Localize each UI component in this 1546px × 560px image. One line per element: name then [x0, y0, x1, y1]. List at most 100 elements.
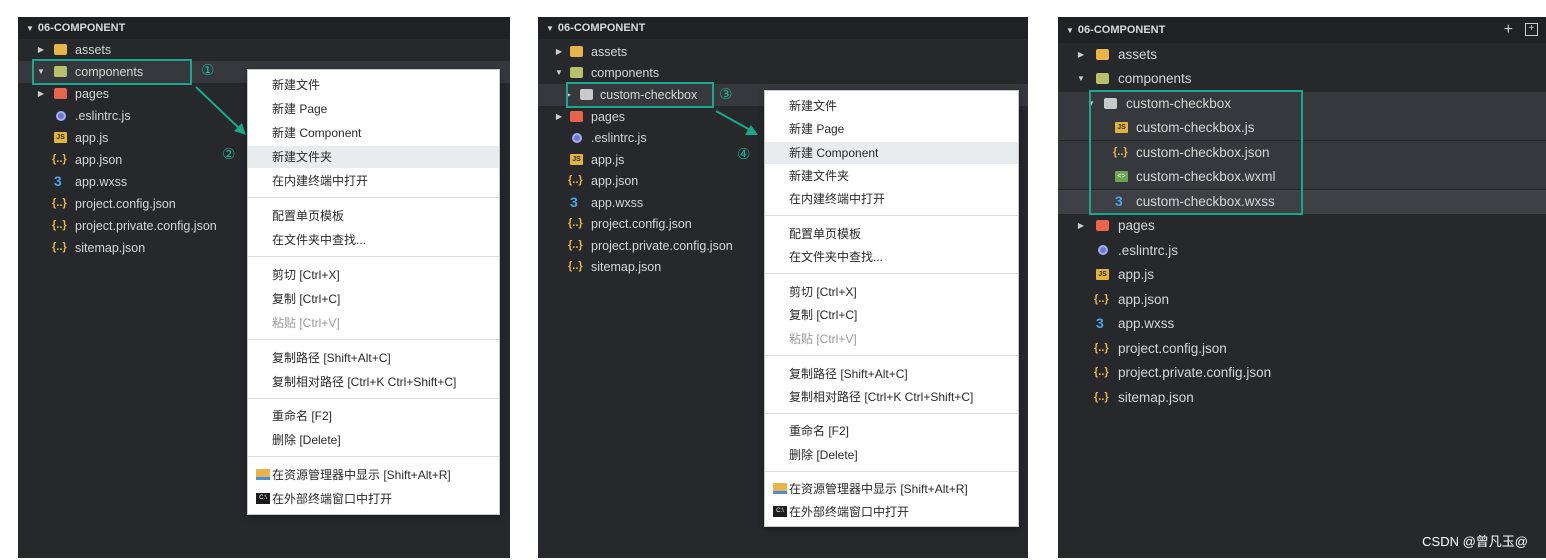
tree-item-assets[interactable]: ▶ assets: [1058, 43, 1546, 67]
menu-separator: [248, 256, 499, 257]
explorer-header[interactable]: ▼ 06-COMPONENT: [538, 17, 1028, 39]
menu-item-open-external-terminal[interactable]: C:\ 在外部终端窗口中打开: [765, 501, 1018, 523]
chevron-down-icon: ▼: [546, 24, 554, 33]
tree-item-label: sitemap.json: [591, 260, 662, 274]
menu-item-new-file[interactable]: 新建文件: [765, 95, 1018, 117]
tree-item-label: project.private.config.json: [1118, 365, 1272, 380]
chevron-down-icon: ▼: [1066, 26, 1074, 35]
tree-item-label: assets: [1118, 47, 1158, 62]
tree-item-assets[interactable]: ▶ assets: [538, 41, 1028, 63]
json-file-icon: {..}: [568, 174, 583, 186]
tree-item-pages[interactable]: ▶ pages: [1058, 214, 1546, 238]
tree-item-eslintrc[interactable]: .eslintrc.js: [1058, 239, 1546, 263]
menu-item-copy-path[interactable]: 复制路径 [Shift+Alt+C]: [765, 363, 1018, 385]
json-file-icon: {..}: [568, 217, 583, 229]
menu-separator: [765, 413, 1018, 414]
menu-item-rename[interactable]: 重命名 [F2]: [248, 405, 499, 427]
new-folder-icon[interactable]: +: [1525, 23, 1538, 37]
tree-item-label: app.json: [75, 153, 123, 167]
menu-item-page-template[interactable]: 配置单页模板: [248, 205, 499, 227]
menu-separator: [765, 471, 1018, 472]
tree-item-label: components: [1118, 71, 1192, 86]
tree-item-project-private-config[interactable]: {..} project.private.config.json: [1058, 361, 1546, 385]
annotation-arrow: [715, 110, 758, 135]
menu-item-cut[interactable]: 剪切 [Ctrl+X]: [765, 281, 1018, 303]
chevron-right-icon: ▶: [37, 89, 45, 98]
chevron-right-icon: ▶: [37, 45, 45, 54]
tree-item-components[interactable]: ▼ components: [1058, 67, 1546, 91]
menu-item-delete[interactable]: 删除 [Delete]: [248, 429, 499, 451]
folder-icon: [1096, 49, 1109, 60]
step-marker: ①: [201, 62, 215, 79]
menu-item-open-in-terminal[interactable]: 在内建终端中打开: [248, 170, 499, 192]
menu-item-reveal-in-explorer[interactable]: 在资源管理器中显示 [Shift+Alt+R]: [248, 464, 499, 486]
tree-item-label: assets: [591, 45, 628, 59]
menu-item-copy-relative-path[interactable]: 复制相对路径 [Ctrl+K Ctrl+Shift+C]: [248, 371, 499, 393]
eslint-icon: [1098, 245, 1108, 255]
watermark: CSDN @曾凡玉@: [1422, 534, 1528, 549]
menu-item-new-component[interactable]: 新建 Component: [765, 142, 1018, 164]
tree-item-components[interactable]: ▼ components: [538, 62, 1028, 84]
explorer-panel-3: ▼ 06-COMPONENT + + ▶ assets ▼ components ▼…: [1058, 17, 1546, 558]
chevron-down-icon: ▼: [555, 68, 563, 77]
menu-item-new-folder[interactable]: 新建文件夹: [765, 165, 1018, 187]
menu-item-reveal-in-explorer[interactable]: 在资源管理器中显示 [Shift+Alt+R]: [765, 478, 1018, 500]
tree-item-label: project.config.json: [1118, 341, 1227, 356]
tree-item-label: app.js: [75, 131, 109, 145]
tree-item-project-config[interactable]: {..} project.config.json: [1058, 337, 1546, 361]
menu-item-cut[interactable]: 剪切 [Ctrl+X]: [248, 264, 499, 286]
highlight-box: [566, 82, 714, 108]
terminal-icon: C:\: [773, 506, 787, 517]
menu-item-new-page[interactable]: 新建 Page: [248, 98, 499, 120]
highlight-box: [32, 59, 192, 85]
explorer-icon: [773, 483, 787, 494]
menu-item-copy-path[interactable]: 复制路径 [Shift+Alt+C]: [248, 347, 499, 369]
tree-item-sitemap[interactable]: {..} sitemap.json: [1058, 386, 1546, 410]
tree-item-app-wxss[interactable]: 3 app.wxss: [1058, 312, 1546, 336]
tree-item-label: app.wxss: [1118, 316, 1175, 331]
menu-separator: [248, 456, 499, 457]
new-file-plus-icon[interactable]: +: [1504, 21, 1513, 38]
menu-item-paste[interactable]: 粘贴 [Ctrl+V]: [765, 328, 1018, 350]
menu-item-new-file[interactable]: 新建文件: [248, 74, 499, 96]
tree-item-label: project.config.json: [75, 197, 176, 211]
tree-item-label: .eslintrc.js: [591, 131, 647, 145]
menu-separator: [765, 355, 1018, 356]
menu-item-label: 在资源管理器中显示 [Shift+Alt+R]: [272, 468, 451, 482]
menu-separator: [248, 197, 499, 198]
menu-item-new-component[interactable]: 新建 Component: [248, 122, 499, 144]
menu-item-find-in-folder[interactable]: 在文件夹中查找...: [248, 229, 499, 251]
tree-item-label: .eslintrc.js: [1118, 243, 1179, 258]
menu-item-open-in-terminal[interactable]: 在内建终端中打开: [765, 188, 1018, 210]
tree-item-label: app.wxss: [591, 196, 644, 210]
explorer-header[interactable]: ▼ 06-COMPONENT + +: [1058, 17, 1546, 43]
menu-item-page-template[interactable]: 配置单页模板: [765, 223, 1018, 245]
tree-item-label: assets: [75, 43, 112, 57]
wxss-file-icon: 3: [1096, 315, 1104, 331]
explorer-panel-1: ▼ 06-COMPONENT ▶ assets ▼ components ▶ pa…: [18, 17, 510, 558]
menu-item-open-external-terminal[interactable]: C:\ 在外部终端窗口中打开: [248, 488, 499, 510]
json-file-icon: {..}: [52, 241, 67, 253]
tree-item-label: project.private.config.json: [75, 219, 217, 233]
menu-item-copy-relative-path[interactable]: 复制相对路径 [Ctrl+K Ctrl+Shift+C]: [765, 386, 1018, 408]
menu-item-copy[interactable]: 复制 [Ctrl+C]: [248, 288, 499, 310]
json-file-icon: {..}: [52, 219, 67, 231]
tree-item-assets[interactable]: ▶ assets: [18, 39, 510, 61]
menu-item-find-in-folder[interactable]: 在文件夹中查找...: [765, 246, 1018, 268]
menu-item-copy[interactable]: 复制 [Ctrl+C]: [765, 304, 1018, 326]
tree-item-label: .eslintrc.js: [75, 109, 131, 123]
tree-item-label: sitemap.json: [75, 241, 146, 255]
explorer-header[interactable]: ▼ 06-COMPONENT: [18, 17, 510, 39]
tree-item-label: sitemap.json: [1118, 390, 1194, 405]
tree-item-label: app.wxss: [75, 175, 128, 189]
tree-item-app-json[interactable]: {..} app.json: [1058, 288, 1546, 312]
explorer-icon: [256, 469, 270, 480]
json-file-icon: {..}: [52, 197, 67, 209]
menu-item-new-folder[interactable]: 新建文件夹: [248, 146, 499, 168]
menu-item-delete[interactable]: 删除 [Delete]: [765, 444, 1018, 466]
menu-item-paste[interactable]: 粘贴 [Ctrl+V]: [248, 312, 499, 334]
menu-item-new-page[interactable]: 新建 Page: [765, 118, 1018, 140]
menu-item-rename[interactable]: 重命名 [F2]: [765, 420, 1018, 442]
tree-item-app-js[interactable]: JS app.js: [1058, 263, 1546, 287]
tree-item-label: app.json: [1118, 292, 1170, 307]
